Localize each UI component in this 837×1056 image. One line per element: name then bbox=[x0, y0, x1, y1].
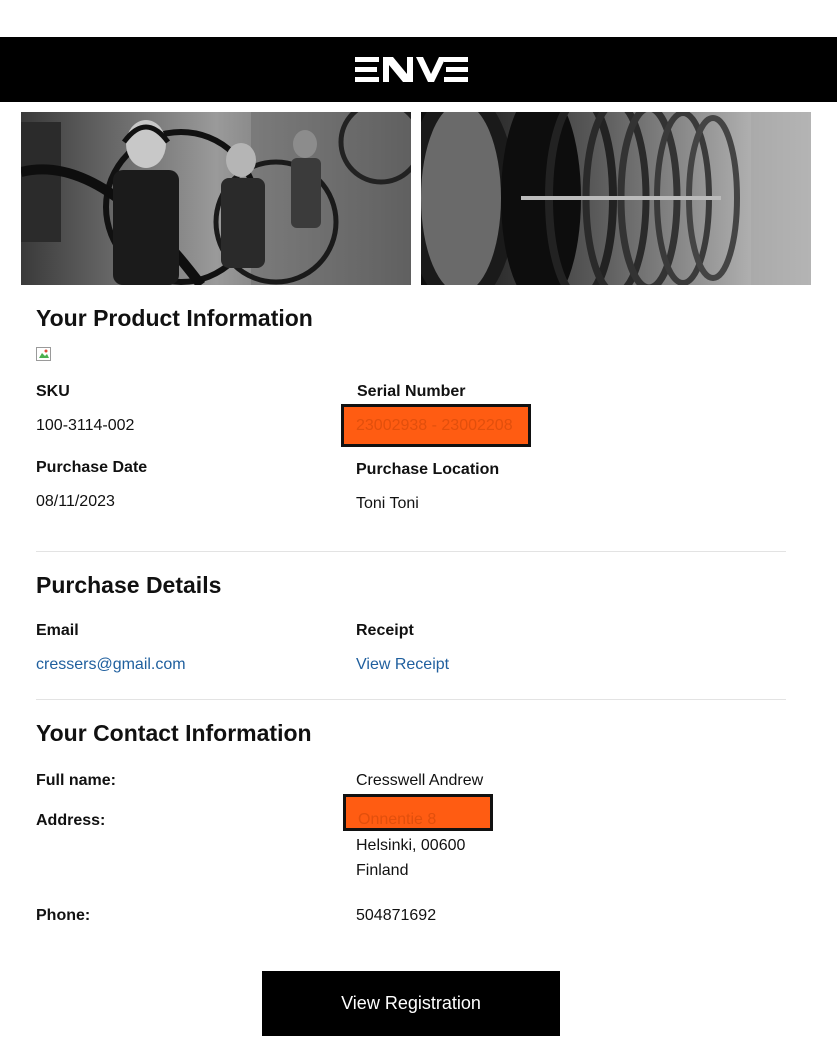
email-label: Email bbox=[36, 622, 79, 639]
purchase-location-label: Purchase Location bbox=[356, 461, 500, 478]
email-link[interactable]: cressers@gmail.com bbox=[36, 656, 186, 674]
sku-label: SKU bbox=[36, 383, 70, 400]
purchase-date-label: Purchase Date bbox=[36, 459, 148, 476]
view-receipt-link[interactable]: View Receipt bbox=[356, 656, 449, 674]
address-line-3: Finland bbox=[356, 862, 409, 879]
phone-value: 504871692 bbox=[356, 907, 437, 924]
address-line-2: Helsinki, 00600 bbox=[356, 837, 466, 854]
product-info-heading: Your Product Information bbox=[36, 305, 313, 331]
address-label: Address: bbox=[36, 812, 106, 829]
enve-logo[interactable] bbox=[353, 54, 469, 85]
purchase-details-heading: Purchase Details bbox=[36, 572, 222, 598]
contact-info-heading: Your Contact Information bbox=[36, 720, 312, 746]
serial-number-value: 23002938 - 23002208 bbox=[341, 404, 531, 447]
purchase-location-value: Toni Toni bbox=[356, 495, 419, 512]
phone-label: Phone: bbox=[36, 907, 91, 924]
section-divider bbox=[36, 551, 786, 552]
sku-value: 100-3114-002 bbox=[36, 417, 135, 434]
wheels-photo bbox=[421, 112, 811, 285]
serial-number-label: Serial Number bbox=[357, 383, 466, 400]
workshop-photo bbox=[21, 112, 411, 285]
purchase-date-value: 08/11/2023 bbox=[36, 493, 115, 510]
full-name-value: Cresswell Andrew bbox=[356, 772, 484, 789]
full-name-label: Full name: bbox=[36, 772, 117, 789]
receipt-label: Receipt bbox=[356, 622, 414, 639]
address-line-1: Onnentie 8 bbox=[343, 794, 493, 831]
broken-image-icon bbox=[36, 347, 51, 361]
view-registration-button[interactable]: View Registration bbox=[262, 971, 560, 1036]
section-divider bbox=[36, 699, 786, 700]
